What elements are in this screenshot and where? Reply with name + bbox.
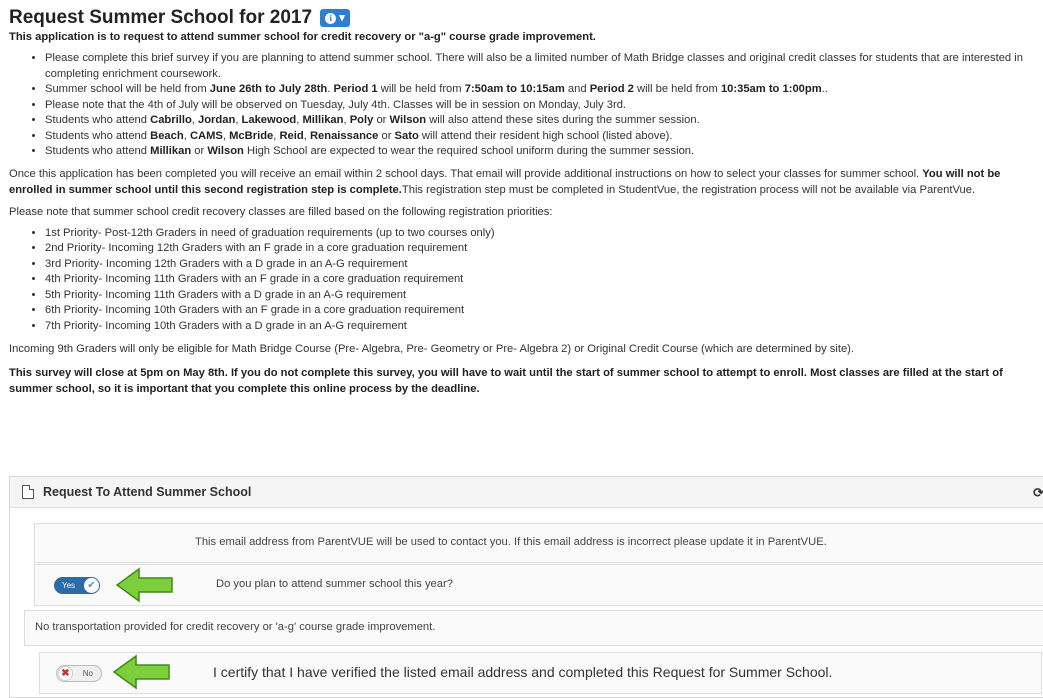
green-arrow-icon [112,654,170,690]
list-item: Summer school will be held from June 26t… [45,82,1043,98]
toggle-label: No [82,669,93,678]
request-panel: Request To Attend Summer School ⟳ This e… [9,476,1043,698]
priority-list: 1st Priority- Post-12th Graders in need … [9,226,1043,335]
list-item: Students who attend Millikan or Wilson H… [45,144,1043,160]
certify-question-row: ✖ No I certify that I have verified the … [39,652,1042,694]
list-item: 1st Priority- Post-12th Graders in need … [45,226,1043,242]
list-item: 6th Priority- Incoming 10th Graders with… [45,303,1043,319]
list-item: 3rd Priority- Incoming 12th Graders with… [45,257,1043,273]
attend-toggle[interactable]: Yes ✔ [54,577,100,594]
list-item: Students who attend Cabrillo, Jordan, La… [45,113,1043,129]
toggle-label: Yes [62,581,76,590]
panel-header: Request To Attend Summer School ⟳ [10,477,1043,508]
info-list: Please complete this brief survey if you… [9,51,1043,160]
info-circle-icon: i [325,12,337,24]
priorities-intro: Please note that summer school credit re… [9,205,553,218]
certify-question: I certify that I have verified the liste… [213,664,833,680]
list-item: 7th Priority- Incoming 10th Graders with… [45,319,1043,335]
check-icon: ✔ [84,578,99,593]
intro-text: This application is to request to attend… [9,31,596,43]
document-icon [22,485,34,499]
page-title: Request Summer School for 2017 [9,7,313,28]
transport-note: No transportation provided for credit re… [35,621,436,633]
enrollment-paragraph: Once this application has been completed… [9,167,1001,196]
transport-note-row: No transportation provided for credit re… [24,610,1043,646]
list-item: 4th Priority- Incoming 11th Graders with… [45,272,1043,288]
email-note: This email address from ParentVUE will b… [195,536,827,548]
info-dropdown-button[interactable]: i ▾ [320,9,351,27]
attend-question-row: Yes ✔ Do you plan to attend summer schoo… [34,564,1043,606]
refresh-icon[interactable]: ⟳ [1033,485,1043,501]
caret-down-icon: ▾ [339,12,345,24]
attend-question: Do you plan to attend summer school this… [216,578,453,590]
certify-toggle[interactable]: ✖ No [56,665,102,682]
list-item: 5th Priority- Incoming 11th Graders with… [45,288,1043,304]
list-item: Please complete this brief survey if you… [45,51,1043,82]
ninth-grade-note: Incoming 9th Graders will only be eligib… [9,342,855,355]
list-item: Students who attend Beach, CAMS, McBride… [45,129,1043,145]
email-note-row: This email address from ParentVUE will b… [34,523,1043,563]
deadline-notice: This survey will close at 5pm on May 8th… [9,366,1003,395]
page-title-row: Request Summer School for 2017 i ▾ [9,6,1043,30]
green-arrow-icon [115,567,173,603]
list-item: Please note that the 4th of July will be… [45,98,1043,114]
panel-title: Request To Attend Summer School [43,485,252,499]
list-item: 2nd Priority- Incoming 12th Graders with… [45,241,1043,257]
x-icon: ✖ [58,666,73,681]
